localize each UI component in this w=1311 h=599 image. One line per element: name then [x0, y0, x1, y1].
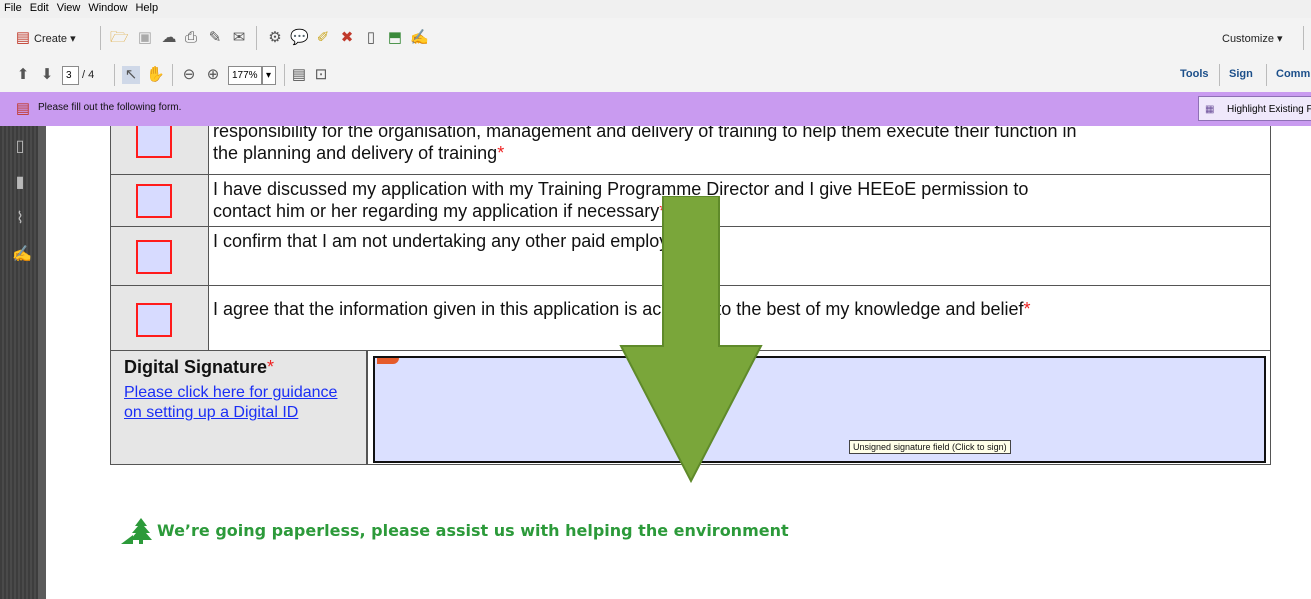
fit-page-icon[interactable]: ▤ [290, 66, 308, 84]
declaration-text: responsibility for the organisation, man… [208, 126, 1271, 175]
menu-window[interactable]: Window [84, 0, 131, 14]
previous-page-icon[interactable]: ⬆ [14, 66, 32, 84]
open-folder-icon[interactable]: 🗁 [110, 29, 129, 47]
select-tool-icon[interactable]: ↖ [122, 66, 140, 84]
separator [114, 64, 115, 86]
sign-tab[interactable]: Sign [1229, 68, 1253, 80]
declaration-checkbox[interactable] [136, 240, 172, 274]
page-thumbnails-icon[interactable]: ▯ [12, 138, 28, 156]
highlight-icon[interactable]: ✐ [314, 29, 332, 47]
separator [1266, 64, 1267, 86]
menu-view[interactable]: View [53, 0, 85, 14]
separator [172, 64, 173, 86]
delete-page-icon[interactable]: ✖ [338, 29, 356, 47]
zoom-dropdown[interactable]: ▾ [262, 66, 276, 85]
environment-tree-icon [121, 518, 152, 544]
attachments-icon[interactable]: ⌇ [12, 210, 28, 228]
signature-field-marker [377, 358, 399, 364]
hand-tool-icon[interactable]: ✋ [146, 66, 165, 84]
form-message: Please fill out the following form. [38, 102, 182, 113]
settings-gear-icon[interactable]: ⚙ [266, 29, 284, 47]
customize-label: Customize [1222, 33, 1274, 45]
page-icon[interactable]: ▯ [362, 29, 380, 47]
main-toolbar: ▤ Create ▾ 🗁 ▣ ☁ ⎙ ✎ ✉ ⚙ 💬 ✐ ✖ ▯ ⬒ ✍ Cus… [0, 18, 1311, 59]
page-total: / 4 [82, 69, 95, 81]
checkbox-cell [110, 285, 209, 351]
comment-icon[interactable]: 💬 [290, 29, 309, 47]
menu-edit[interactable]: Edit [26, 0, 53, 14]
separator [1219, 64, 1220, 86]
navigation-toolbar: ⬆ ⬇ 3 / 4 ↖ ✋ ⊖ ⊕ 177% ▾ ▤ ⊡ Tools Sign … [0, 58, 1311, 93]
menu-bar: File Edit View Window Help [0, 0, 1311, 18]
required-asterisk: * [1023, 299, 1031, 319]
cloud-upload-icon[interactable]: ☁ [160, 29, 178, 47]
menu-help[interactable]: Help [131, 0, 162, 14]
down-arrow-annotation [619, 196, 763, 484]
separator [256, 26, 257, 50]
declaration-checkbox[interactable] [136, 303, 172, 337]
navigation-pane: ▯ ▮ ⌇ ✍ [0, 126, 38, 599]
menu-file[interactable]: File [0, 0, 26, 14]
declaration-line: responsibility for the organisation, man… [213, 126, 1077, 141]
next-page-icon[interactable]: ⬇ [38, 66, 56, 84]
zoom-in-icon[interactable]: ⊕ [204, 66, 222, 84]
customize-button[interactable]: Customize ▾ [1222, 32, 1283, 45]
signature-cell: Unsigned signature field (Click to sign) [367, 350, 1271, 465]
zoom-input[interactable]: 177% [228, 66, 262, 85]
paperless-message: We’re going paperless, please assist us … [157, 521, 789, 540]
zoom-out-icon[interactable]: ⊖ [180, 66, 198, 84]
form-message-bar: ▤ Please fill out the following form. ▦ … [0, 92, 1311, 126]
declaration-checkbox[interactable] [136, 184, 172, 218]
pdf-form-icon: ▤ [15, 100, 31, 117]
separator [100, 26, 101, 50]
form-edit-icon[interactable]: ✍ [410, 29, 429, 47]
highlight-fields-icon: ▦ [1205, 104, 1215, 115]
declaration-line: the planning and delivery of training [213, 143, 498, 163]
separator [1303, 26, 1304, 50]
print-icon[interactable]: ⎙ [182, 29, 200, 47]
signature-title-text: Digital Signature [124, 357, 268, 377]
declaration-line: contact him or her regarding my applicat… [213, 201, 660, 221]
document-page: responsibility for the organisation, man… [46, 126, 1311, 599]
required-asterisk: * [497, 143, 505, 163]
declaration-row: responsibility for the organisation, man… [110, 126, 1271, 175]
checkbox-cell [110, 126, 209, 175]
pane-divider[interactable] [38, 126, 46, 599]
declaration-checkbox[interactable] [136, 126, 172, 158]
digital-id-guidance-link[interactable]: Please click here for guidance on settin… [124, 383, 359, 423]
checkbox-cell [110, 226, 209, 286]
signature-field[interactable]: Unsigned signature field (Click to sign) [373, 356, 1266, 463]
checkbox-cell [110, 174, 209, 227]
save-icon[interactable]: ▣ [136, 29, 154, 47]
separator [284, 64, 285, 86]
tools-tab[interactable]: Tools [1180, 68, 1209, 80]
highlight-fields-label: Highlight Existing Fi [1227, 104, 1311, 115]
fit-width-icon[interactable]: ⊡ [312, 66, 330, 84]
edit-icon[interactable]: ✎ [206, 29, 224, 47]
signature-tooltip: Unsigned signature field (Click to sign) [849, 440, 1011, 454]
required-asterisk: * [267, 357, 275, 377]
create-label: Create [34, 33, 68, 45]
comment-tab[interactable]: Comm [1276, 68, 1310, 80]
create-button[interactable]: Create ▾ [34, 32, 76, 45]
bookmarks-icon[interactable]: ▮ [12, 174, 28, 192]
create-pdf-icon[interactable]: ▤ [14, 29, 32, 47]
page-number-input[interactable]: 3 [62, 66, 79, 85]
email-icon[interactable]: ✉ [230, 29, 248, 47]
signatures-icon[interactable]: ✍ [12, 246, 32, 264]
signature-label-cell: Digital Signature* Please click here for… [110, 350, 367, 465]
export-page-icon[interactable]: ⬒ [386, 29, 404, 47]
signature-title: Digital Signature* [124, 357, 274, 378]
highlight-fields-button[interactable]: ▦ Highlight Existing Fi [1198, 96, 1311, 121]
